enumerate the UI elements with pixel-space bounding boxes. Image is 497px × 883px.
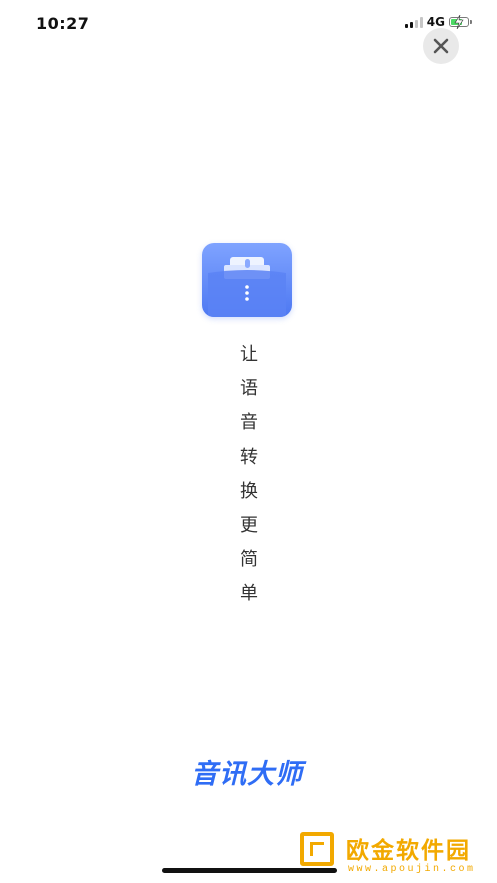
watermark-url: www.apoujin.com: [348, 864, 476, 875]
status-bar: 10:27 4G: [0, 0, 497, 48]
slogan-char: 换: [240, 480, 258, 502]
slogan-char: 简: [240, 549, 258, 571]
slogan-char: 音: [240, 412, 258, 434]
watermark-title: 欧金软件园: [346, 838, 471, 864]
signal-icon: [404, 16, 423, 28]
slogan-char: 语: [240, 378, 258, 400]
watermark-logo-icon: [300, 832, 334, 866]
slogan-char: 让: [240, 344, 258, 365]
slogan: 让 语 音 转 换 更 简 单: [229, 338, 269, 612]
brand-logo: 音讯大师: [191, 759, 303, 790]
status-indicators: 4G: [404, 15, 472, 29]
network-type: 4G: [426, 15, 445, 29]
slogan-char: 转: [240, 446, 258, 468]
close-icon: [433, 38, 449, 54]
close-button[interactable]: [423, 28, 459, 64]
slogan-char: 更: [240, 514, 258, 536]
watermark: 欧金软件园 www.apoujin.com: [292, 828, 497, 883]
battery-icon: [449, 15, 472, 29]
folder-mic-icon: [208, 257, 286, 317]
app-icon: [202, 243, 292, 317]
slogan-char: 单: [240, 583, 258, 605]
status-time: 10:27: [36, 14, 90, 33]
charging-bolt-icon: [454, 15, 464, 29]
